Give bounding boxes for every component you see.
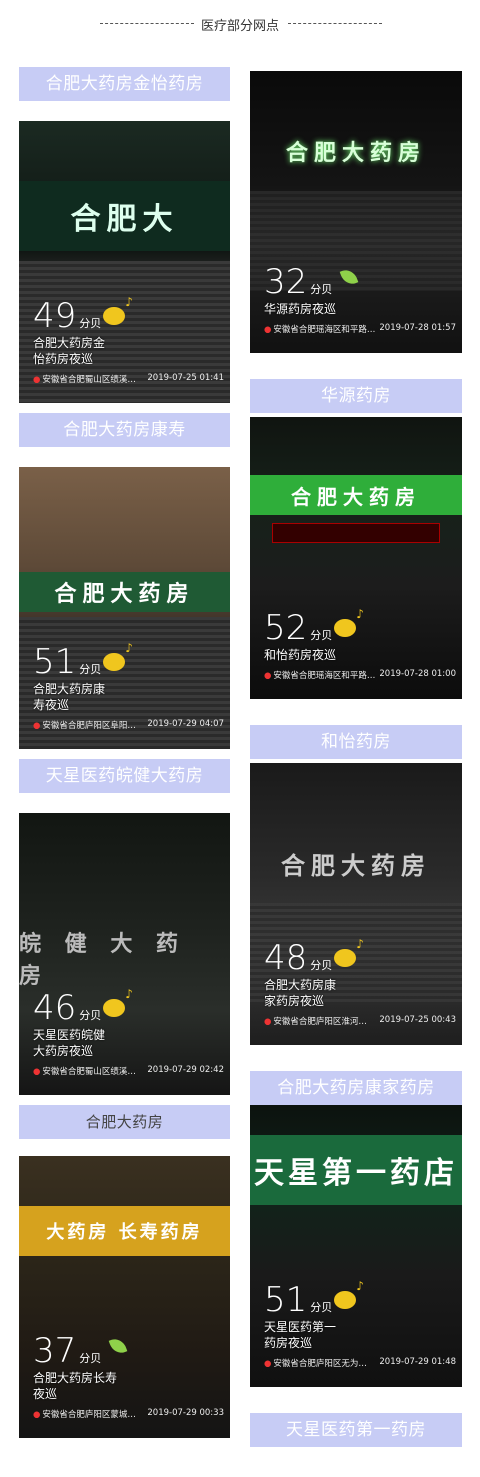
location: ● 安徽省合肥庐阳区淮河… [264,1017,367,1027]
location: ● 安徽省合肥庐阳区阜阳… [33,721,136,731]
store-label: 合肥大药房 [19,1105,230,1139]
timestamp: 2019-07-29 00:33 [147,1408,224,1418]
photo-description: 合肥大药房长寿 夜巡 [33,1371,118,1401]
decibel-unit: 分贝 [79,317,102,330]
photo-card[interactable]: 合肥大药房 32 分贝 华源药房夜巡 ● 安徽省合肥瑶海区和平路… 2019-07-2… [250,71,462,353]
store-sign: 大药房 长寿药房 [19,1206,230,1256]
store-label: 天星医药皖健大药房 [19,759,230,793]
photo-card[interactable]: 大药房 长寿药房 37 分贝 合肥大药房长寿 夜巡 ● 安徽省合肥庐阳区蒙城… 201… [19,1156,230,1438]
photo-description: 华源药房夜巡 [264,302,337,316]
store-label: 和怡药房 [250,725,462,759]
photo-overlay: 32 分贝 华源药房夜巡 ● 安徽省合肥瑶海区和平路… 2019-07-28 01:5… [264,265,456,335]
store-sign: 天星第一药店 [250,1135,462,1205]
page: 医疗部分网点 合肥大药房金怡药房 合肥大 49 分贝 ♪ 合肥大药房金 怡药房夜巡 … [0,0,480,1477]
decibel-unit: 分贝 [310,629,333,642]
header-divider-right [288,23,382,24]
photo-overlay: 51 分贝 ♪ 合肥大药房康 寿夜巡 ● 安徽省合肥庐阳区阜阳… 2019-07-29 … [33,641,224,731]
decibel-value: 51 [264,1280,308,1320]
store-sign: 合肥大药房 [281,851,431,880]
photo-overlay: 48 分贝 ♪ 合肥大药房康 家药房夜巡 ● 安徽省合肥庐阳区淮河… 2019-07-2… [264,937,456,1027]
decibel-value: 49 [33,296,77,336]
location-pin-icon: ● [33,1067,41,1077]
photo-description: 天星医药第一 药房夜巡 [264,1320,337,1350]
photo-card[interactable]: 皖 健 大 药 房 46 分贝 ♪ 天星医药皖健 大药房夜巡 ● 安徽省合肥蜀山区绩溪… [19,813,230,1095]
store-sign: 合肥大 [19,181,230,251]
leaf-icon [103,1334,133,1360]
photo-overlay: 37 分贝 合肥大药房长寿 夜巡 ● 安徽省合肥庐阳区蒙城… 2019-07-29 0… [33,1334,224,1420]
decibel-unit: 分贝 [79,1352,102,1365]
location-pin-icon: ● [264,1017,272,1027]
decibel-value: 46 [33,988,77,1028]
store-sign: 合肥大药房 [19,572,230,612]
sun-music-icon: ♪ [103,641,133,671]
decibel-unit: 分贝 [310,959,333,972]
decibel-value: 48 [264,938,308,978]
timestamp: 2019-07-28 01:57 [379,323,456,333]
timestamp: 2019-07-29 02:42 [147,1065,224,1075]
location: ● 安徽省合肥庐阳区无为… [264,1359,367,1369]
decibel-value: 37 [33,1331,77,1371]
section-header: 医疗部分网点 [0,14,480,40]
location-pin-icon: ● [264,1359,272,1369]
decibel-unit: 分贝 [79,663,102,676]
decibel-unit: 分贝 [79,1009,102,1022]
photo-card[interactable]: 合肥大药房 52 分贝 ♪ 和怡药房夜巡 ● 安徽省合肥瑶海区和平路… 2019-07-… [250,417,462,699]
store-sign: 皖 健 大 药 房 [19,931,186,989]
photo-description: 合肥大药房康 寿夜巡 [33,682,106,712]
leaf-icon [334,265,364,291]
decibel-unit: 分贝 [310,283,333,296]
location-pin-icon: ● [264,325,272,335]
decibel-value: 52 [264,608,308,648]
decibel-value: 51 [33,642,77,682]
photo-card[interactable]: 天星第一药店 51 分贝 ♪ 天星医药第一 药房夜巡 ● 安徽省合肥庐阳区无为… 201… [250,1105,462,1387]
location: ● 安徽省合肥蜀山区绩溪… [33,375,136,385]
photo-card[interactable]: 合肥大药房 48 分贝 ♪ 合肥大药房康 家药房夜巡 ● 安徽省合肥庐阳区淮河… 201… [250,763,462,1045]
timestamp: 2019-07-28 01:00 [379,669,456,679]
sun-music-icon: ♪ [334,607,364,637]
photo-overlay: 46 分贝 ♪ 天星医药皖健 大药房夜巡 ● 安徽省合肥蜀山区绩溪… 2019-07-2… [33,987,224,1077]
store-label: 合肥大药房金怡药房 [19,67,230,101]
location-pin-icon: ● [33,375,41,385]
store-label: 华源药房 [250,379,462,413]
sun-music-icon: ♪ [334,1279,364,1309]
location-pin-icon: ● [33,721,41,731]
timestamp: 2019-07-29 04:07 [147,719,224,729]
sun-music-icon: ♪ [334,937,364,967]
location-pin-icon: ● [33,1410,41,1420]
timestamp: 2019-07-25 00:43 [379,1015,456,1025]
decibel-value: 32 [264,262,308,302]
photo-card[interactable]: 合肥大 49 分贝 ♪ 合肥大药房金 怡药房夜巡 ● 安徽省合肥蜀山区绩溪… 2019-… [19,121,230,403]
photo-overlay: 52 分贝 ♪ 和怡药房夜巡 ● 安徽省合肥瑶海区和平路… 2019-07-28 01:… [264,607,456,681]
store-label: 天星医药第一药房 [250,1413,462,1447]
photo-description: 和怡药房夜巡 [264,648,337,662]
store-label: 合肥大药房康寿 [19,413,230,447]
timestamp: 2019-07-25 01:41 [147,373,224,383]
photo-overlay: 51 分贝 ♪ 天星医药第一 药房夜巡 ● 安徽省合肥庐阳区无为… 2019-07-29… [264,1279,456,1369]
photo-card[interactable]: 合肥大药房 51 分贝 ♪ 合肥大药房康 寿夜巡 ● 安徽省合肥庐阳区阜阳… 2019-… [19,467,230,749]
sun-music-icon: ♪ [103,987,133,1017]
location: ● 安徽省合肥瑶海区和平路… [264,325,376,335]
store-sign: 合肥大药房 [250,475,462,515]
sun-music-icon: ♪ [103,295,133,325]
location: ● 安徽省合肥庐阳区蒙城… [33,1410,136,1420]
store-label: 合肥大药房康家药房 [250,1071,462,1105]
photo-description: 合肥大药房康 家药房夜巡 [264,978,337,1008]
photo-description: 合肥大药房金 怡药房夜巡 [33,336,106,366]
section-title: 医疗部分网点 [200,19,279,34]
decibel-unit: 分贝 [310,1301,333,1314]
location-pin-icon: ● [264,671,272,681]
photo-overlay: 49 分贝 ♪ 合肥大药房金 怡药房夜巡 ● 安徽省合肥蜀山区绩溪… 2019-07-2… [33,295,224,385]
timestamp: 2019-07-29 01:48 [379,1357,456,1367]
location: ● 安徽省合肥瑶海区和平路… [264,671,376,681]
photo-description: 天星医药皖健 大药房夜巡 [33,1028,106,1058]
location: ● 安徽省合肥蜀山区绩溪… [33,1067,136,1077]
store-sign: 合肥大药房 [285,140,426,166]
